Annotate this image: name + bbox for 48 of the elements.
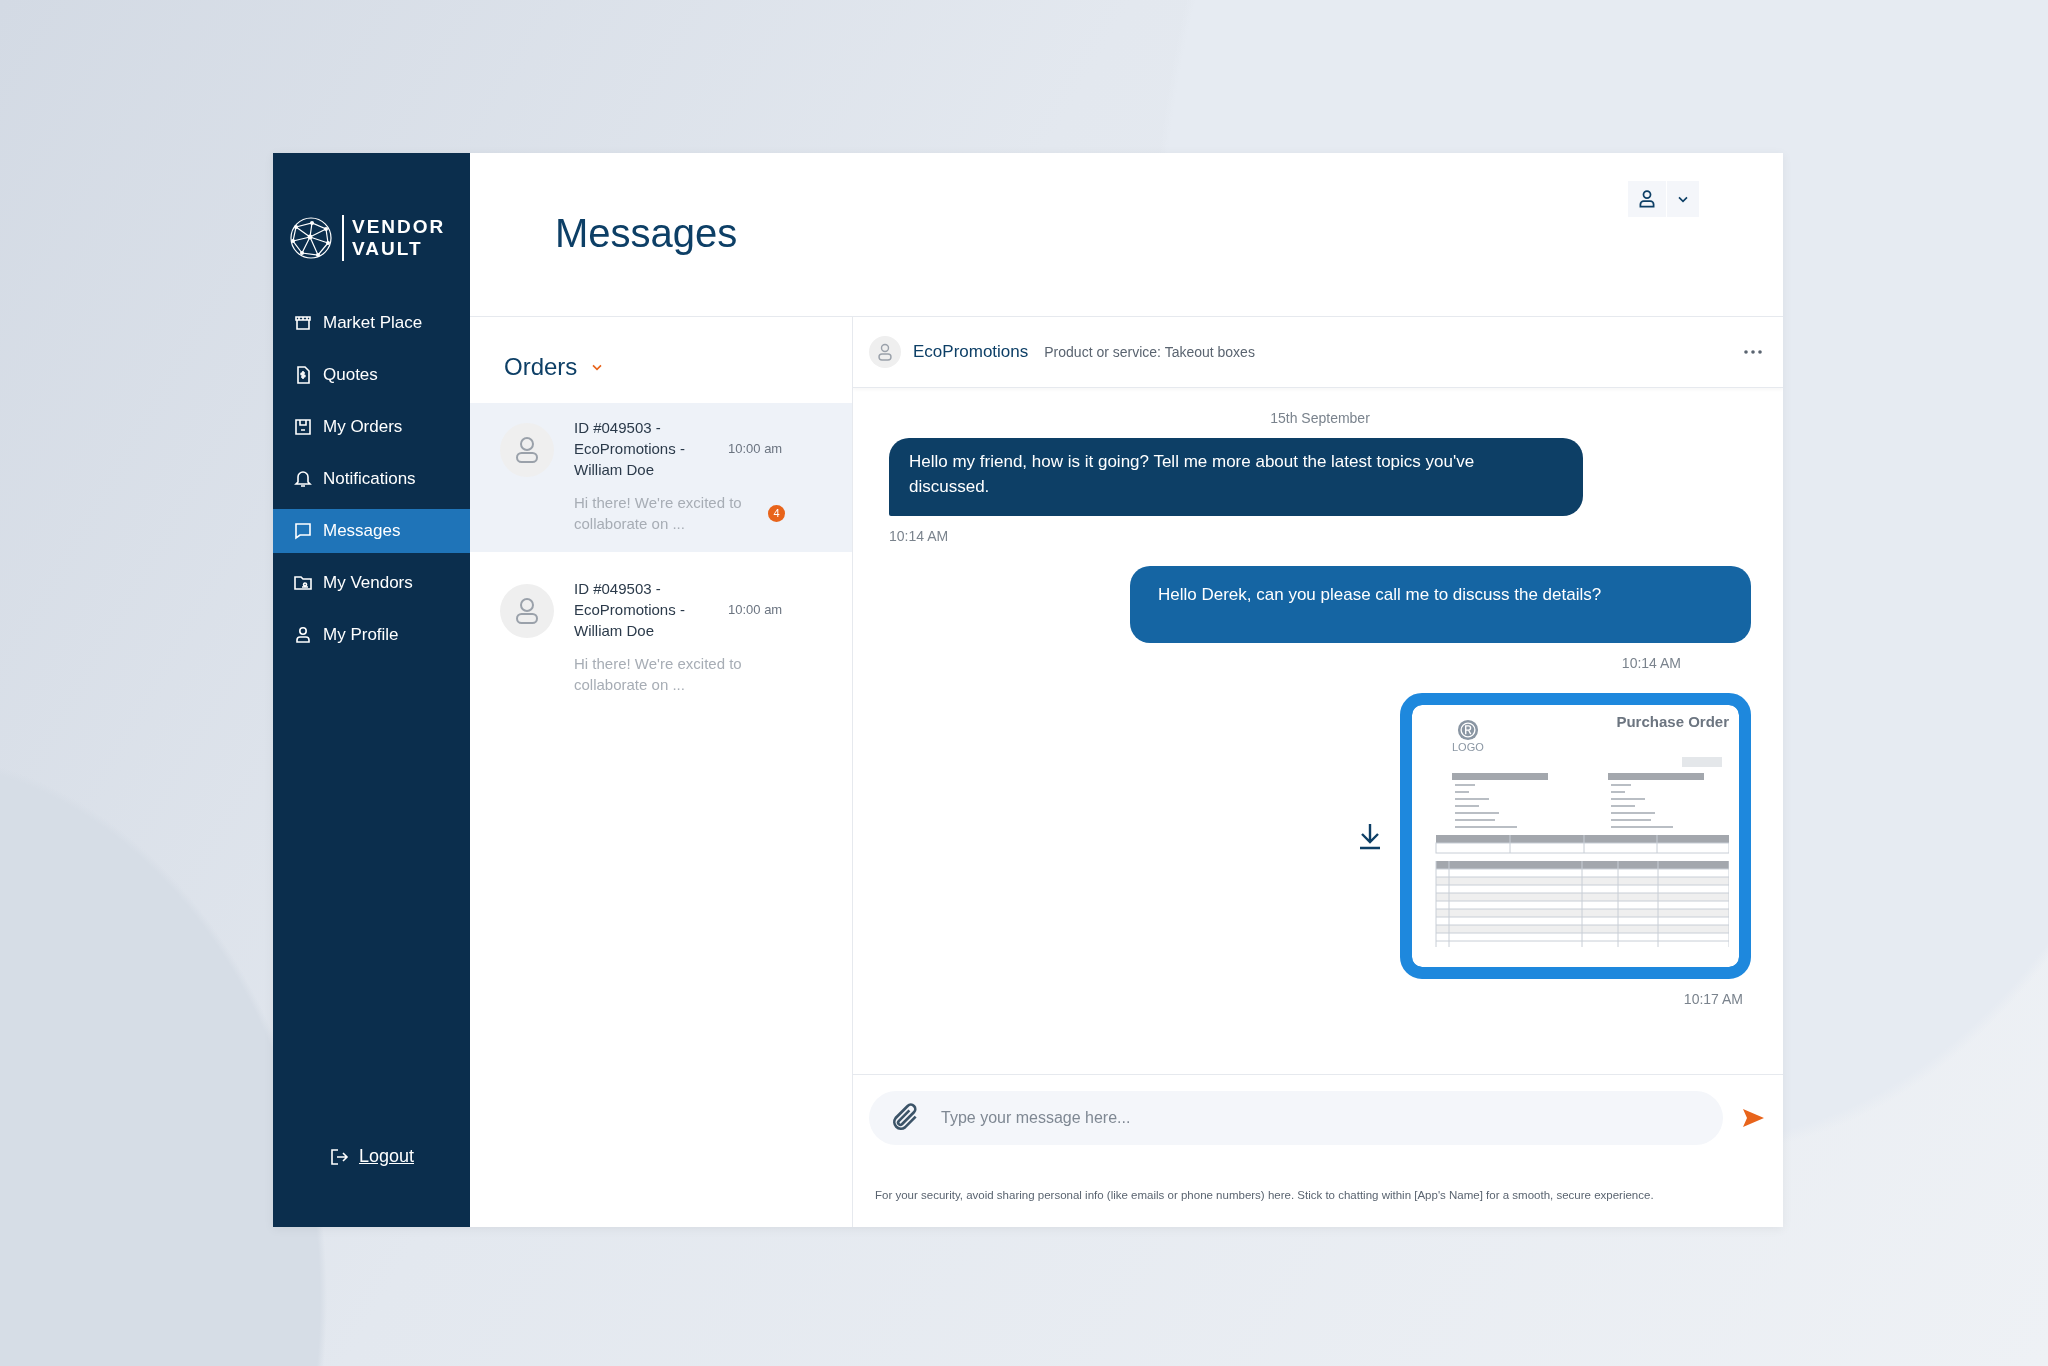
send-icon[interactable] (1741, 1106, 1765, 1130)
user-menu-button[interactable] (1628, 181, 1699, 217)
document-attachment[interactable]: LOGO Purchase Order (1400, 693, 1751, 979)
logout-link[interactable]: Logout (273, 1146, 470, 1167)
download-icon[interactable] (1358, 822, 1382, 850)
avatar-icon (869, 336, 901, 368)
more-options-icon[interactable] (1743, 349, 1763, 355)
nav-item[interactable]: Notifications (273, 457, 470, 501)
page-title: Messages (555, 211, 738, 256)
avatar-icon (500, 584, 554, 638)
message-bubble: Hello Derek, can you please call me to discuss the details? (1130, 566, 1751, 643)
nav-item[interactable]: My Vendors (273, 561, 470, 605)
nav-icon (293, 313, 313, 333)
nav-item[interactable]: My Orders (273, 405, 470, 449)
logo-icon (1456, 719, 1479, 741)
security-notice: For your security, avoid sharing personal info (like emails or phone numbers) here. Stick to chatting within [App's Name] for a smooth, secure experience. (875, 1189, 1655, 1201)
nav-item[interactable]: Quotes (273, 353, 470, 397)
brand-name: VENDOR VAULT (352, 216, 446, 260)
contact-name: EcoPromotions (913, 342, 1029, 362)
message-time: 10:14 AM (889, 528, 950, 544)
conversation-title: ID #049503 - EcoPromotions - William Doe (574, 418, 686, 480)
conversation-item[interactable]: ID #049503 - EcoPromotions - William Doe 10:00 am Hi there! We're excited to collaborate on ... 4 (470, 403, 852, 552)
message-time: 10:17 AM (1683, 991, 1743, 1007)
nav-icon (293, 625, 313, 645)
unread-badge: 4 (768, 504, 785, 522)
message-bubble: Hello my friend, how is it going? Tell me more about the latest topics you've discussed. (889, 438, 1583, 516)
nav-item[interactable]: My Profile (273, 613, 470, 657)
product-label: Product or service: Takeout boxes (1044, 344, 1255, 360)
nav-icon (293, 417, 313, 437)
nav-icon (293, 469, 313, 489)
conversation-time: 10:00 am (728, 441, 783, 456)
logout-icon (328, 1146, 349, 1167)
nav-icon (293, 573, 313, 593)
nav-item[interactable]: Messages (273, 509, 470, 553)
conversation-time: 10:00 am (728, 602, 783, 617)
message-time: 10:14 AM (1621, 655, 1681, 671)
conversation-item[interactable]: ID #049503 - EcoPromotions - William Doe 10:00 am Hi there! We're excited to collaborate on ... (470, 564, 852, 713)
date-separator: 15th September (1269, 410, 1371, 426)
message-preview: Hi there! We're excited to collaborate on ... (574, 493, 743, 534)
document-title: Purchase Order (1616, 713, 1729, 730)
logo-text: LOGO (1452, 741, 1484, 753)
globe-logo-icon (288, 215, 334, 261)
orders-dropdown[interactable]: Orders (504, 353, 606, 381)
message-preview: Hi there! We're excited to collaborate on ... (574, 654, 743, 695)
avatar-icon (500, 423, 554, 477)
nav-icon (293, 521, 313, 541)
conversation-title: ID #049503 - EcoPromotions - William Doe (574, 579, 686, 641)
nav-item[interactable]: Market Place (273, 301, 470, 345)
